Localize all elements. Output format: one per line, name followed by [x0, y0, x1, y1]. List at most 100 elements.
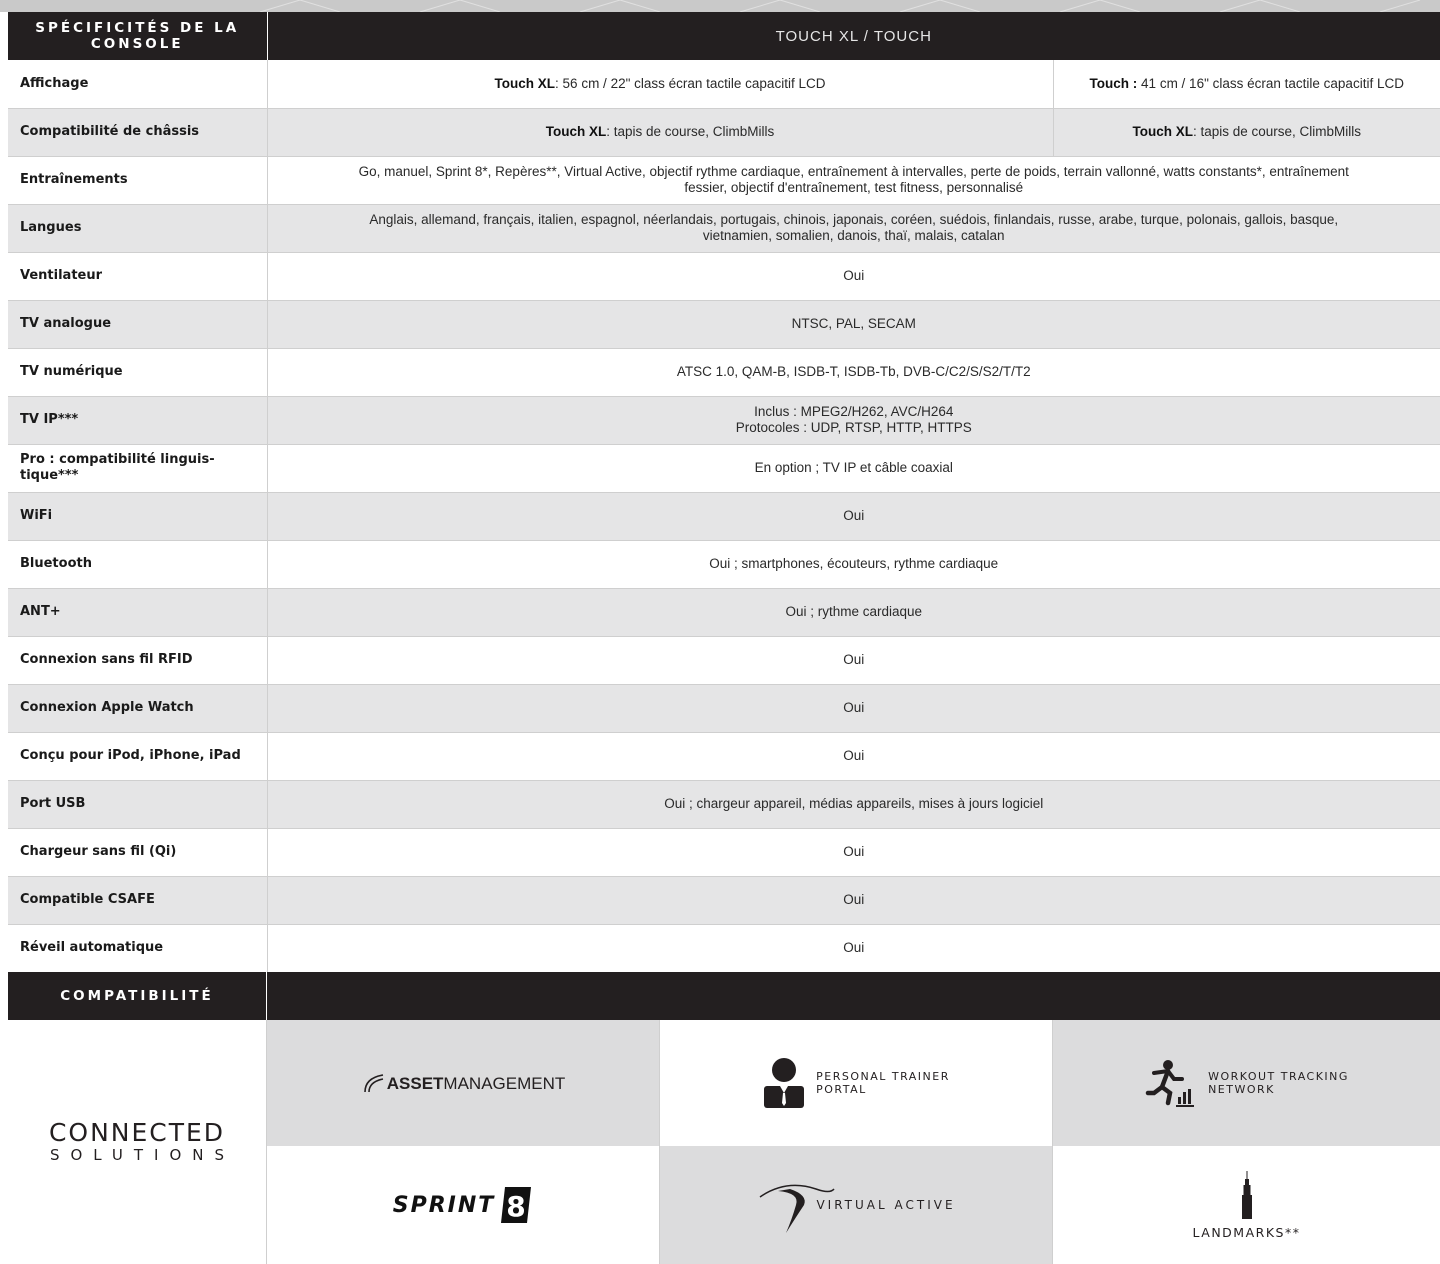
value-line: fessier, objectif d'entraînement, test f…: [684, 180, 1024, 195]
row-label: ANT+: [8, 588, 268, 637]
table-row: Compatibilité de châssis Touch XL: tapis…: [8, 108, 1440, 157]
row-label: Compatibilité de châssis: [8, 108, 268, 157]
specs-section-title: SPÉCIFICITÉS DE LA CONSOLE: [8, 12, 268, 60]
sprint-8-tile: SPRINT 8: [267, 1146, 660, 1264]
row-value: Oui ; rythme cardiaque: [267, 588, 1440, 637]
table-row: Connexion sans fil RFID Oui: [8, 636, 1440, 685]
row-label: Ventilateur: [8, 252, 268, 301]
value-bold: Touch XL: [494, 75, 556, 91]
label-line: Pro : compatibilité linguis-: [20, 452, 215, 467]
workout-tracking-text: WORKOUT TRACKING NETWORK: [1208, 1070, 1349, 1096]
table-row: Conçu pour iPod, iPhone, iPad Oui: [8, 732, 1440, 781]
connected-solutions-subtitle: SOLUTIONS: [49, 1146, 236, 1164]
row-value: Oui: [267, 492, 1440, 541]
table-row: ANT+ Oui ; rythme cardiaque: [8, 588, 1440, 637]
workout-tracking-network-logo: WORKOUT TRACKING NETWORK: [1144, 1059, 1349, 1107]
table-row: Réveil automatique Oui: [8, 924, 1440, 973]
trainer-person-icon: [764, 1058, 805, 1108]
row-value: Oui: [267, 732, 1440, 781]
value-line: Protocoles : UDP, RTSP, HTTP, HTTPS: [735, 420, 972, 435]
value-line: Inclus : MPEG2/H262, AVC/H264: [754, 404, 954, 419]
sprint-8-badge-icon: 8: [501, 1187, 532, 1223]
row-label: TV numérique: [8, 348, 268, 397]
console-specs-table: SPÉCIFICITÉS DE LA CONSOLE TOUCH XL / TO…: [8, 12, 1440, 973]
asset-management-tile: ASSET MANAGEMENT: [267, 1020, 660, 1146]
virtual-active-text: VIRTUAL ACTIVE: [816, 1198, 956, 1212]
top-decorative-strip: [0, 0, 1440, 12]
wtn-line: WORKOUT TRACKING: [1208, 1070, 1349, 1083]
row-value: Oui: [267, 924, 1440, 973]
value-bold: Touch XL: [545, 124, 607, 139]
row-value: Oui: [267, 684, 1440, 733]
connected-solutions-logo: CONNECTED SOLUTIONS: [8, 1020, 267, 1264]
row-value: NTSC, PAL, SECAM: [267, 300, 1440, 349]
table-row: Port USB Oui ; chargeur appareil, médias…: [8, 780, 1440, 829]
sprint-word: SPRINT: [392, 1192, 496, 1218]
row-label: Pro : compatibilité linguis-tique***: [8, 444, 268, 493]
row-label: TV analogue: [8, 300, 268, 349]
row-value: Inclus : MPEG2/H262, AVC/H264 Protocoles …: [267, 396, 1440, 445]
row-value-touch-xl: Touch XL: 56 cm / 22" class écran tactil…: [267, 60, 1054, 109]
row-value: Oui: [267, 828, 1440, 877]
row-value: ATSC 1.0, QAM-B, ISDB-T, ISDB-Tb, DVB-C/…: [267, 348, 1440, 397]
row-value: Oui: [267, 876, 1440, 925]
table-row: Compatible CSAFE Oui: [8, 876, 1440, 925]
row-value-touch: Touch : 41 cm / 16" class écran tactile …: [1053, 60, 1440, 109]
table-row: TV analogue NTSC, PAL, SECAM: [8, 300, 1440, 349]
row-value: Oui ; chargeur appareil, médias appareil…: [267, 780, 1440, 829]
personal-trainer-portal-tile: PERSONAL TRAINER PORTAL: [660, 1020, 1053, 1146]
row-label: Réveil automatique: [8, 924, 268, 973]
row-value: Oui: [267, 252, 1440, 301]
skyscraper-icon: [1241, 1170, 1252, 1219]
row-label: Conçu pour iPod, iPhone, iPad: [8, 732, 268, 781]
table-row: Connexion Apple Watch Oui: [8, 684, 1440, 733]
value-text: : tapis de course, ClimbMills: [606, 124, 775, 139]
compatibility-title: COMPATIBILITÉ: [8, 972, 267, 1020]
row-label: TV IP***: [8, 396, 268, 445]
row-value: En option ; TV IP et câble coaxial: [267, 444, 1440, 493]
row-value: Oui ; smartphones, écouteurs, rythme car…: [267, 540, 1440, 589]
connected-solutions-title: CONNECTED: [48, 1118, 226, 1147]
personal-trainer-portal-logo: PERSONAL TRAINER PORTAL: [762, 1057, 950, 1109]
row-label: Connexion Apple Watch: [8, 684, 268, 733]
row-label: WiFi: [8, 492, 268, 541]
row-label: Entraînements: [8, 156, 268, 205]
label-line: tique***: [20, 468, 79, 483]
workout-tracking-network-tile: WORKOUT TRACKING NETWORK: [1053, 1020, 1440, 1146]
table-row: Entraînements Go, manuel, Sprint 8*, Rep…: [8, 156, 1440, 205]
asset-rest: MANAGEMENT: [443, 1074, 566, 1093]
value-text: : tapis de course, ClimbMills: [1192, 124, 1362, 139]
compatibility-grid: CONNECTED SOLUTIONS ASSET MANAGEMENT PER…: [8, 1020, 1440, 1264]
value-text: 41 cm / 16" class écran tactile capaciti…: [1137, 75, 1404, 91]
row-value-touch: Touch XL: tapis de course, ClimbMills: [1053, 108, 1440, 157]
row-label: Port USB: [8, 780, 268, 829]
row-label: Connexion sans fil RFID: [8, 636, 268, 685]
row-label: Compatible CSAFE: [8, 876, 268, 925]
value-line: Anglais, allemand, français, italien, es…: [369, 212, 1339, 227]
row-label: Affichage: [8, 60, 268, 109]
running-person-chart-icon: [1145, 1060, 1195, 1107]
landmarks-tile: LANDMARKS**: [1053, 1146, 1440, 1264]
pt-line: PORTAL: [816, 1083, 867, 1096]
sprint-number: 8: [507, 1190, 526, 1223]
value-bold: Touch :: [1089, 75, 1138, 91]
table-row: Pro : compatibilité linguis-tique*** En …: [8, 444, 1440, 493]
personal-trainer-text: PERSONAL TRAINER PORTAL: [816, 1070, 950, 1096]
pt-line: PERSONAL TRAINER: [816, 1070, 950, 1083]
table-row: Bluetooth Oui ; smartphones, écouteurs, …: [8, 540, 1440, 589]
value-line: vietnamien, somalien, danois, thaï, mala…: [702, 228, 1005, 243]
console-model-title: TOUCH XL / TOUCH: [267, 12, 1440, 60]
table-row: WiFi Oui: [8, 492, 1440, 541]
row-label: Bluetooth: [8, 540, 268, 589]
row-value-touch-xl: Touch XL: tapis de course, ClimbMills: [267, 108, 1054, 157]
value-text: : 56 cm / 22" class écran tactile capaci…: [555, 75, 826, 91]
signal-arcs-icon: [363, 1074, 383, 1093]
row-label: Langues: [8, 204, 268, 253]
wtn-line: NETWORK: [1208, 1083, 1275, 1096]
asset-bold: ASSET: [386, 1074, 444, 1093]
table-row: Ventilateur Oui: [8, 252, 1440, 301]
value-bold: Touch XL: [1132, 124, 1193, 139]
landmarks-text: LANDMARKS**: [1192, 1224, 1301, 1240]
diamond-pattern: [259, 0, 1421, 12]
sprint-8-logo: SPRINT 8: [393, 1185, 534, 1225]
